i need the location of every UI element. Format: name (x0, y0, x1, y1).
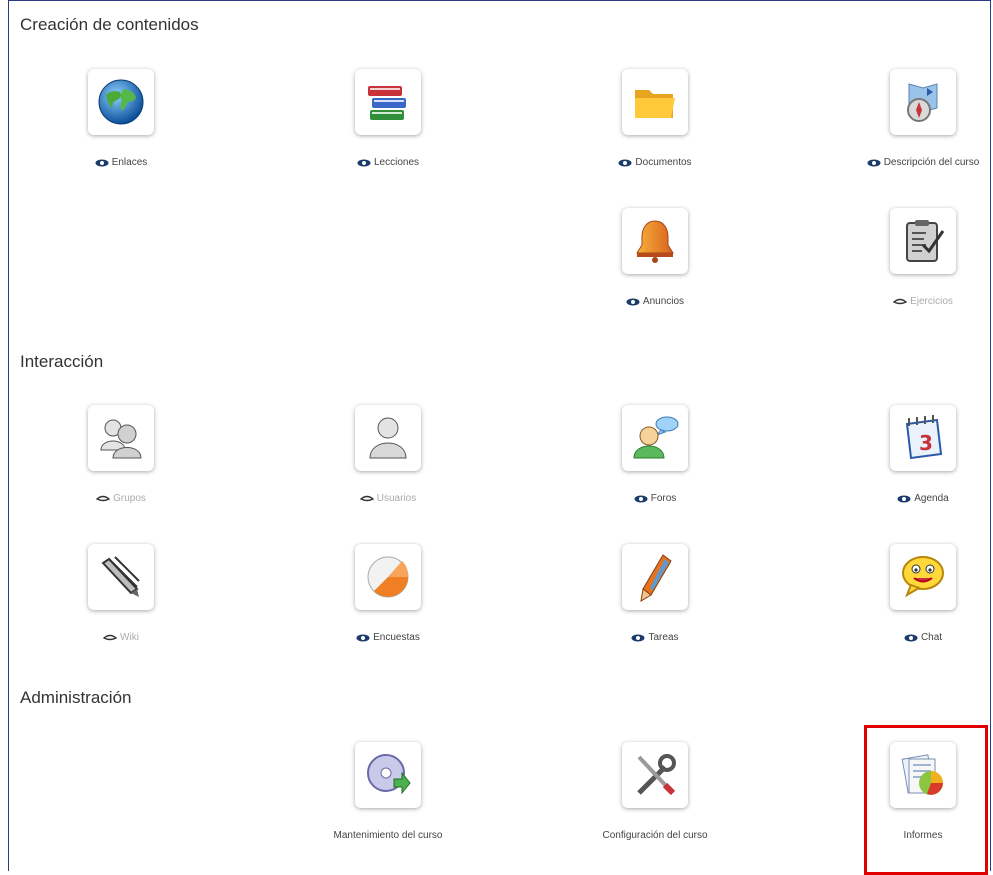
group-users-icon (88, 405, 154, 471)
eye-closed-icon (96, 495, 111, 501)
tool-chat-label: Chat (833, 632, 993, 643)
tool-course-settings[interactable]: Configuración del curso (565, 742, 745, 841)
tool-surveys-label: Encuestas (298, 632, 478, 643)
tool-course-description-label: Descripción del curso (833, 157, 993, 168)
tool-links[interactable]: Enlaces (31, 69, 211, 168)
tool-assignments-label: Tareas (565, 632, 745, 643)
tool-wiki[interactable]: Wiki (31, 544, 211, 643)
user-icon (355, 405, 421, 471)
tool-forums[interactable]: Foros (565, 405, 745, 504)
folder-icon (622, 69, 688, 135)
tool-agenda[interactable]: 3 Agenda (833, 405, 993, 504)
tool-wiki-label: Wiki (31, 632, 211, 643)
disc-download-icon (355, 742, 421, 808)
tool-groups-label: Grupos (31, 493, 211, 504)
tool-users-label: Usuarios (298, 493, 478, 504)
svg-text:3: 3 (919, 431, 933, 455)
eye-icon (897, 495, 911, 502)
eye-icon (631, 634, 645, 641)
tool-chat[interactable]: Chat (833, 544, 993, 643)
tool-reports-label: Informes (903, 830, 943, 841)
smiley-icon (890, 544, 956, 610)
compass-map-icon (890, 69, 956, 135)
section-title-interaction: Interacción (20, 352, 104, 371)
eye-icon (95, 159, 109, 166)
globe-icon (88, 69, 154, 135)
tool-course-maintenance-label: Mantenimiento del curso (333, 830, 443, 841)
eye-icon (634, 495, 648, 502)
tools-icon (622, 742, 688, 808)
tool-announcements-label: Anuncios (565, 296, 745, 307)
pie-icon (355, 544, 421, 610)
tool-agenda-label: Agenda (833, 493, 993, 504)
pen-icon (622, 544, 688, 610)
bell-icon (622, 208, 688, 274)
eye-icon (904, 634, 918, 641)
eye-icon (626, 298, 640, 305)
clipboard-check-icon (890, 208, 956, 274)
section-title-content: Creación de contenidos (20, 15, 199, 34)
forum-chat-icon (622, 405, 688, 471)
pencils-icon (88, 544, 154, 610)
tool-links-label: Enlaces (31, 157, 211, 168)
eye-closed-icon (359, 495, 374, 501)
tool-exercises[interactable]: Ejercicios (833, 208, 993, 307)
tool-reports[interactable]: Informes (833, 742, 993, 841)
section-title-admin: Administración (20, 688, 132, 707)
eye-closed-icon (893, 298, 908, 304)
tool-forums-label: Foros (565, 493, 745, 504)
books-icon (355, 69, 421, 135)
tool-course-maintenance[interactable]: Mantenimiento del curso (298, 742, 478, 841)
tool-users[interactable]: Usuarios (298, 405, 478, 504)
tool-course-description[interactable]: Descripción del curso (833, 69, 993, 168)
tool-assignments[interactable]: Tareas (565, 544, 745, 643)
eye-icon (867, 159, 881, 166)
tool-documents[interactable]: Documentos (565, 69, 745, 168)
tool-groups[interactable]: Grupos (31, 405, 211, 504)
tool-lessons-label: Lecciones (298, 157, 478, 168)
report-chart-icon (890, 742, 956, 808)
eye-icon (357, 159, 371, 166)
tool-exercises-label: Ejercicios (833, 296, 993, 307)
tool-surveys[interactable]: Encuestas (298, 544, 478, 643)
tool-announcements[interactable]: Anuncios (565, 208, 745, 307)
eye-icon (356, 634, 370, 641)
calendar-icon: 3 (890, 405, 956, 471)
eye-closed-icon (103, 634, 118, 640)
tool-lessons[interactable]: Lecciones (298, 69, 478, 168)
eye-icon (618, 159, 632, 166)
tool-course-settings-label: Configuración del curso (602, 830, 708, 841)
tool-documents-label: Documentos (565, 157, 745, 168)
